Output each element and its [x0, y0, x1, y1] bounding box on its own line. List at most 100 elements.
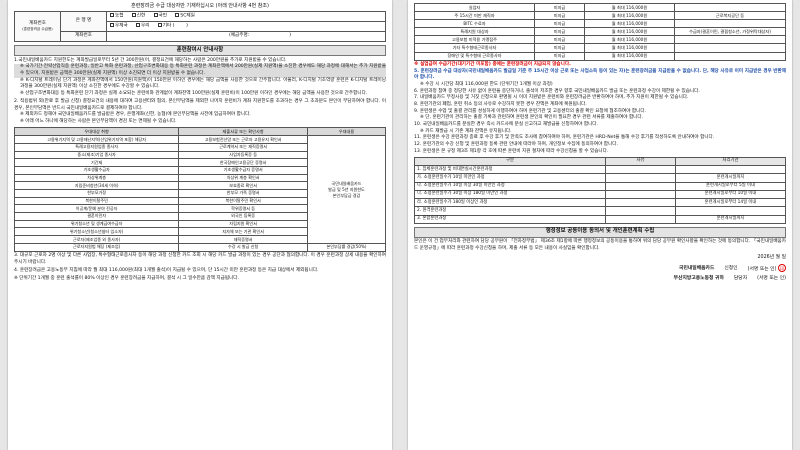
- table-cell: 근로자지원법 해당 (제조업): [13, 242, 180, 252]
- bank-options-row2: 우체국 우리 기타 ( ): [106, 21, 386, 33]
- table-row: 라. 소정훈련일수가 180일 이상인 과정 훈련개시일로부터 14일 이내: [414, 198, 786, 208]
- table-cell: 2. 원격훈련과정: [414, 206, 606, 216]
- table-row: 나. 소정훈련일수가 10일 이상 30일 미만인 과정 훈련개시일로부터 5일 …: [414, 181, 786, 191]
- table-cell: 미지급: [534, 19, 585, 29]
- table-cell: 기초생활수급자 증명서: [178, 166, 308, 175]
- table-cell: 북한이탈주민 확인서: [178, 196, 308, 206]
- document-viewer: 훈련장려금 수급 대상자만 기재하십시오 (아래 안내사항 4번 참조) 계좌번…: [0, 0, 800, 450]
- table-row: 1. 집체훈련과정 및 비대면실시간훈련과정: [414, 165, 786, 175]
- table-cell: 월 최대 116,000원: [584, 51, 675, 61]
- fee-col-3: 처리기관: [675, 156, 786, 167]
- table-cell: 한국장애인고용공단 증명서: [178, 158, 308, 167]
- table-cell: 자립준비청년(34세 이하): [13, 181, 180, 191]
- table-cell: 근로복지공단 등: [674, 11, 786, 21]
- checkbox-kookmin[interactable]: [153, 13, 158, 18]
- table-row: 주 15시간 미만 재직자 미지급 월 최대 116,000원 근로복지공단 등: [414, 11, 786, 21]
- table-cell: 월 최대 116,000원: [584, 43, 675, 53]
- guide-title: 훈련참여시 안내사항: [14, 45, 386, 57]
- document-page-right: 실업자 미지급 월 최대 116,000원 주 15시간 미만 재직자 미지급 월 최대 …: [408, 0, 792, 450]
- table-row: 고용위기지역 및 고용재난지역(산업위기지역 포함) 해당자 고용보험전산망 또는…: [13, 135, 386, 244]
- table-cell: [674, 35, 786, 45]
- table-cell: [605, 206, 676, 216]
- table-cell: 수강 시 발급 신청: [178, 242, 308, 252]
- table-cell: 월 최대 116,000원: [584, 35, 675, 45]
- refund-table: 구분 사유 처리기관 1. 집체훈련과정 및 비대면실시간훈련과정 가. 소정훈련…: [414, 156, 786, 224]
- tgt-col-docs: 제출서류 또는 확인사항: [178, 127, 308, 137]
- table-cell: 월 최대 116,000원: [584, 19, 675, 29]
- table-cell: 훈련개시일로부터 5일 이내: [675, 181, 786, 191]
- checkbox-shinhan[interactable]: [131, 13, 136, 18]
- table-cell: 월 최대 116,000원: [584, 11, 675, 21]
- signature-block: 2026년 월 일 국민내일배움카드 신청인 (서명 또는 인) 印 부산지방고…: [414, 255, 786, 283]
- table-cell: [605, 165, 676, 175]
- table-cell: [605, 214, 676, 224]
- bank-options-row1: 농협 신한 국민 SC제일: [106, 11, 386, 23]
- table-cell: 미지급: [534, 43, 585, 53]
- table-cell: 월 최대 116,000원: [584, 2, 675, 13]
- table-cell: 지자체 또는 기관 확인서: [178, 227, 308, 237]
- consent-title: 행정정보 공동이용 동의서 및 개인훈련계획 수립: [414, 226, 786, 238]
- checkbox-post[interactable]: [110, 23, 114, 28]
- tgt-col-target: 우대대상 취향: [13, 127, 180, 137]
- table-cell: 특례지원 대상자: [414, 27, 535, 37]
- checkbox-sc[interactable]: [175, 13, 180, 18]
- table-cell: 한부모가정: [13, 189, 180, 198]
- right-items: ※ 실업급여 수급기간(대기기간 미포함) 중에는 훈련장려금이 지급되지 않습…: [414, 62, 786, 154]
- table-cell: [674, 43, 786, 53]
- stamp-icon: 印: [778, 264, 786, 273]
- form-title: 훈련장려금 수급 대상자만 기재하십시오 (아래 안내사항 4번 참조): [131, 3, 269, 9]
- table-cell: 가. 소정훈련일수가 10일 미만인 과정: [414, 173, 606, 183]
- applicant-label: 신청인: [724, 265, 738, 271]
- tgt-col-benefit: 우대내용: [307, 127, 386, 137]
- table-cell: 사업자등록증 등: [178, 150, 308, 160]
- fee-col-2: 사유: [605, 156, 676, 167]
- table-cell: 중소(제조)기업 종사자: [13, 150, 180, 160]
- table-cell: 미지급: [534, 11, 585, 21]
- table-cell: 수급자(결혼이민, 결핍청소년, 가정위탁대상자): [674, 27, 786, 37]
- fee-col-1: 구분: [414, 156, 606, 167]
- table-cell: 훈련개시일로부터 14일 이내: [675, 198, 786, 208]
- table-cell: [605, 198, 676, 208]
- table-cell: 훈련개시일로부터 10일 이내: [675, 189, 786, 200]
- account-label: 계좌번호 (훈련장려금 수급용): [14, 11, 61, 43]
- allowance-table: 실업자 미지급 월 최대 116,000원 주 15시간 미만 재직자 미지급 월 최대 …: [414, 2, 786, 61]
- table-cell: 훈련개시일까지: [675, 214, 786, 224]
- benefit-cell: 국민내일배움카드 발급 및 5년 지원한도 본인부담금 경감: [307, 135, 386, 244]
- table-cell: 특례고용지원업종 종사자: [13, 142, 180, 152]
- officer-sign[interactable]: (서명 또는 인): [757, 276, 786, 283]
- checkbox-nonghyup[interactable]: [110, 13, 114, 18]
- table-cell: 월 최대 116,000원: [584, 27, 675, 37]
- consent-text: 본인은 이 건 업무처리와 관련하여 담당 공무원이 「전자정부법」 제36조 …: [414, 239, 786, 251]
- guide-item-4: 4. 훈련장려금은 고용노동부 지침에 따라 월 최대 116,000원(최대 …: [14, 267, 319, 273]
- checkbox-woori[interactable]: [136, 23, 140, 28]
- table-cell: [675, 165, 786, 175]
- account-number-field[interactable]: (예금주명:): [106, 31, 386, 43]
- table-cell: 실업자: [414, 2, 535, 13]
- table-cell: 차상위 계층 확인서: [178, 173, 308, 183]
- table-row: 기타 특수형태근로종사자 미지급 월 최대 116,000원: [414, 43, 786, 53]
- document-page-left: 훈련장려금 수급 대상자만 기재하십시오 (아래 안내사항 4번 참조) 계좌번…: [8, 0, 392, 450]
- table-row: 특례지원 대상자 미지급 월 최대 116,000원 수급자(결혼이민, 결핍청소년,…: [414, 27, 786, 37]
- account-number-label: 계좌번호: [60, 31, 107, 43]
- table-cell: [674, 19, 786, 29]
- applicant-sign[interactable]: (서명 또는 인) 印: [748, 264, 786, 274]
- table-row: 가. 소정훈련일수가 10일 미만인 과정 훈련개시일까지: [414, 173, 786, 183]
- table-row: 실업자 미지급 월 최대 116,000원: [414, 2, 786, 13]
- table-cell: 기간제: [13, 158, 180, 167]
- checkbox-other[interactable]: [157, 23, 162, 28]
- table-row: 3. 혼합훈련과정 훈련개시일까지: [414, 214, 786, 224]
- applicant-row: 국민내일배움카드 신청인 (서명 또는 인) 印: [414, 264, 786, 274]
- table-cell: 근로자(제조업종 외 종사자): [13, 235, 180, 244]
- table-cell: 위기청소년(청소년쉼터 입소자): [13, 227, 180, 237]
- table-cell: [675, 206, 786, 216]
- bank-label: 은 행 명: [60, 11, 107, 33]
- table-cell: 미지급: [534, 51, 585, 61]
- table-cell: 기타 특수형태근로종사자: [414, 43, 535, 53]
- table-cell: 미지급: [534, 35, 585, 45]
- table-cell: 나. 소정훈련일수가 10일 이상 30일 미만인 과정: [414, 181, 606, 191]
- table-cell: 자립지원 확인서: [178, 219, 308, 229]
- office-label: 부산지방고용노동청 귀하: [673, 276, 724, 282]
- table-cell: 고용보험전산망 또는 근로자 고용유지 확인서: [178, 135, 308, 144]
- table-cell: 라. 소정훈련일수가 180일 이상인 과정: [414, 198, 606, 208]
- table-cell: 본인부담률 경감(50%): [307, 242, 386, 252]
